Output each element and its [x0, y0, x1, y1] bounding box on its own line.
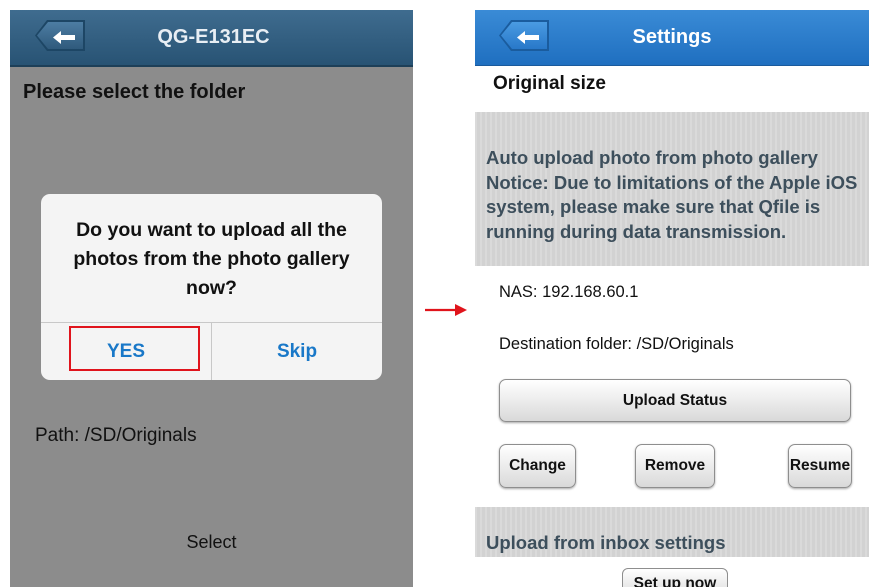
destination-folder: Destination folder: /SD/Originals: [499, 335, 734, 353]
change-button[interactable]: Change: [499, 444, 576, 488]
right-screen: Settings Original size Auto upload photo…: [475, 10, 869, 587]
select-folder-heading: Please select the folder: [23, 81, 246, 103]
nav-bar: Settings: [475, 10, 869, 66]
remove-button[interactable]: Remove: [635, 444, 715, 488]
dialog-message: Do you want to upload all the photos fro…: [73, 219, 350, 299]
select-button[interactable]: Select: [10, 532, 413, 553]
skip-button[interactable]: Skip: [212, 323, 382, 380]
upload-status-button[interactable]: Upload Status: [499, 379, 851, 422]
inbox-heading: Upload from inbox settings: [486, 532, 726, 553]
yes-highlight-box: [69, 326, 200, 371]
device-title: QG-E131EC: [157, 26, 270, 48]
path-label: Path: /SD/Originals: [35, 425, 197, 446]
original-size-option[interactable]: Original size: [493, 73, 606, 95]
right-arrow-icon: [425, 304, 467, 316]
settings-title: Settings: [632, 26, 712, 48]
nas-address: NAS: 192.168.60.1: [499, 283, 639, 301]
auto-upload-notice: Auto upload photo from photo gallery Not…: [486, 147, 858, 242]
left-screen: QG-E131EC Please select the folder Do yo…: [10, 10, 413, 587]
resume-button[interactable]: Resume: [788, 444, 852, 488]
nav-bar: QG-E131EC: [10, 10, 413, 67]
auto-upload-section: Auto upload photo from photo gallery Not…: [475, 112, 869, 266]
inbox-section: Upload from inbox settings: [475, 507, 869, 557]
set-up-now-button[interactable]: Set up now: [622, 568, 728, 587]
